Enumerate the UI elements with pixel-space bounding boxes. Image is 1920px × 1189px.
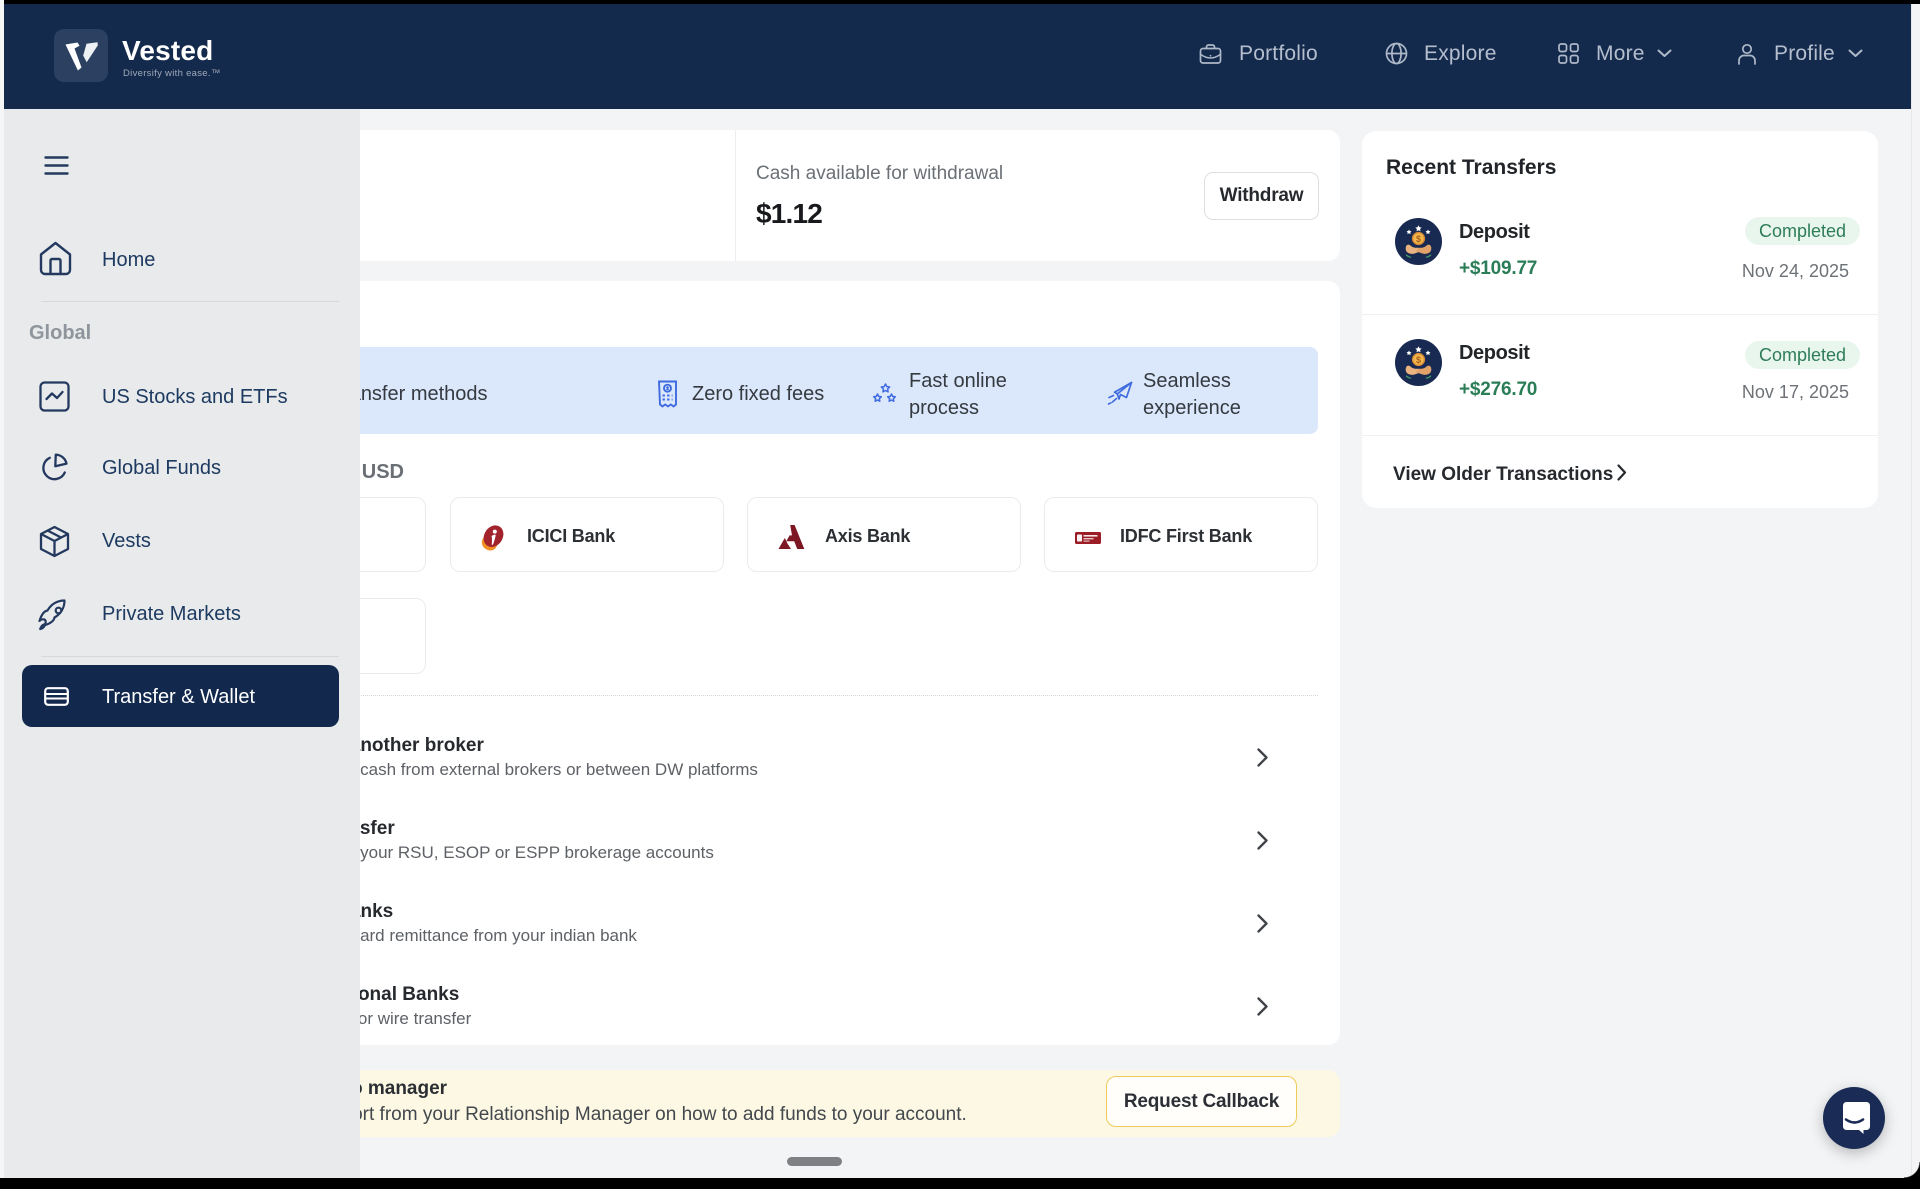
svg-text:$: $ [1416,355,1421,365]
svg-text:$: $ [1416,234,1421,244]
